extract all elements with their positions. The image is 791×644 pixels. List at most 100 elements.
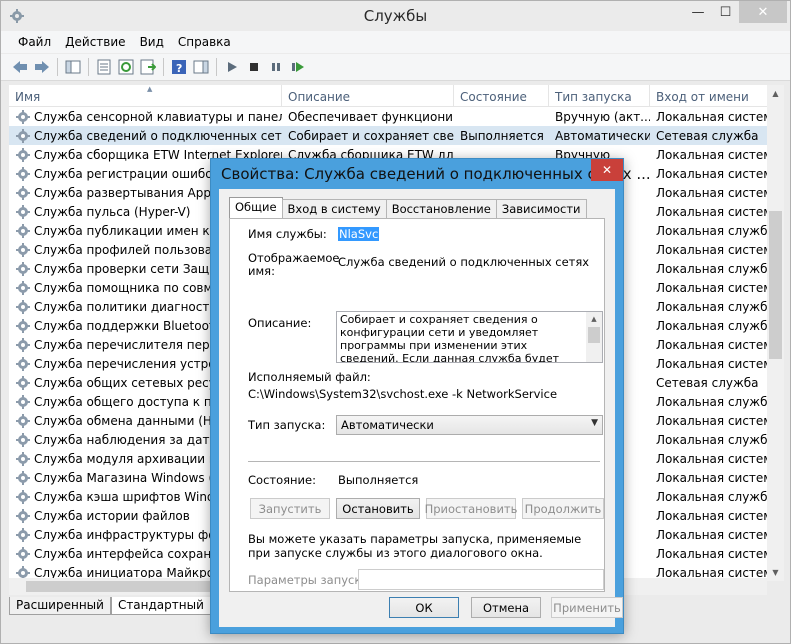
executable-path[interactable]: C:\Windows\System32\svchost.exe -k Netwo…	[248, 387, 557, 401]
status-value: Выполняется	[338, 473, 419, 487]
apply-button[interactable]: Применить	[551, 597, 623, 618]
table-row[interactable]: Служба сведений о подключенных сетях Соби…	[9, 126, 767, 145]
dialog-body: Общие Вход в систему Восстановление Зави…	[219, 189, 623, 627]
service-logon-as: Локальная система	[656, 337, 767, 352]
help-icon[interactable]: ?	[168, 56, 190, 78]
service-gear-icon	[16, 527, 30, 542]
cancel-button[interactable]: Отмена	[471, 597, 541, 618]
menu-action[interactable]: Действие	[58, 31, 132, 53]
service-gear-icon	[16, 394, 30, 409]
ok-button[interactable]: ОК	[389, 597, 459, 618]
service-logon-as: Локальная служба	[656, 489, 767, 504]
divider	[248, 461, 600, 462]
executable-label: Исполняемый файл:	[248, 370, 371, 384]
service-name-text: Служба развертывания AppX (A	[34, 185, 236, 200]
menu-help[interactable]: Справка	[171, 31, 238, 53]
service-logon-as: Локальная система	[656, 413, 767, 428]
properties-dialog: Свойства: Служба сведений о подключенных…	[210, 158, 651, 634]
properties-icon[interactable]	[93, 56, 115, 78]
table-row[interactable]: Служба сенсорной клавиатуры и панели р..…	[9, 107, 767, 126]
scroll-up-icon[interactable]: ▲	[767, 85, 784, 102]
column-header-name[interactable]: Имя	[9, 85, 282, 107]
export-list-icon[interactable]	[137, 56, 159, 78]
service-startup-type: Автоматически	[555, 128, 650, 143]
tab-recovery[interactable]: Восстановление	[385, 199, 497, 218]
scroll-thumb[interactable]	[588, 327, 600, 343]
service-logon-as: Локальная система	[656, 451, 767, 466]
service-logon-as: Сетевая служба	[656, 375, 759, 390]
menu-file[interactable]: Файл	[11, 31, 58, 53]
service-name-text: Служба общих сетевых ресурсо	[34, 375, 238, 390]
tab-standard[interactable]: Стандартный	[110, 597, 211, 615]
service-name-text: Служба обмена данными (Hyper	[34, 413, 239, 428]
start-params-input[interactable]	[358, 569, 604, 590]
resume-button[interactable]: Продолжить	[522, 498, 604, 519]
service-name-text: Служба сенсорной клавиатуры и панели р..…	[34, 109, 282, 124]
service-name-text: Служба пульса (Hyper-V)	[34, 204, 191, 219]
menu-view[interactable]: Вид	[133, 31, 171, 53]
service-logon-as: Локальная система	[656, 546, 767, 561]
maximize-button[interactable]: ☐	[712, 1, 739, 23]
column-header-startup-type[interactable]: Тип запуска	[549, 85, 650, 107]
stop-service-icon[interactable]	[243, 56, 265, 78]
service-logon-as: Локальная служба	[656, 318, 767, 333]
startup-type-select[interactable]: Автоматически ▼	[336, 415, 603, 435]
pause-service-icon[interactable]	[265, 56, 287, 78]
description-box[interactable]: Собирает и сохраняет сведения о конфигур…	[336, 311, 603, 363]
view-tabs: Расширенный Стандартный	[9, 597, 211, 615]
close-button[interactable]: ✕	[739, 1, 787, 23]
title-bar[interactable]: Службы — ☐ ✕	[1, 1, 790, 31]
service-gear-icon	[16, 242, 30, 257]
forward-arrow-icon[interactable]	[31, 56, 53, 78]
minimize-button[interactable]: —	[684, 1, 712, 23]
column-header-description[interactable]: Описание	[282, 85, 454, 107]
display-name-label: Отображаемое имя:	[248, 251, 340, 278]
service-name: Служба сенсорной клавиатуры и панели р..…	[9, 109, 282, 125]
tab-logon[interactable]: Вход в систему	[281, 199, 387, 218]
service-status: Выполняется	[460, 128, 544, 143]
description-scrollbar[interactable]: ▲	[586, 312, 602, 362]
service-gear-icon	[16, 337, 30, 352]
service-description: Собирает и сохраняет сведе...	[288, 128, 454, 143]
service-gear-icon	[16, 413, 30, 428]
service-gear-icon	[16, 318, 30, 333]
service-gear-icon	[16, 223, 30, 238]
service-name-text: Служба профилей пользовател	[34, 242, 235, 257]
service-logon-as: Локальная система	[656, 242, 767, 257]
hscroll-thumb[interactable]	[26, 581, 221, 592]
start-service-icon[interactable]	[221, 56, 243, 78]
tab-extended[interactable]: Расширенный	[9, 597, 111, 615]
console-tree-icon[interactable]	[62, 56, 84, 78]
back-arrow-icon[interactable]	[9, 56, 31, 78]
scroll-down-icon[interactable]: ▼	[767, 564, 784, 581]
service-logon-as: Локальная служба	[656, 394, 767, 409]
menu-bar: Файл Действие Вид Справка	[1, 31, 790, 53]
dialog-close-button[interactable]: ✕	[591, 159, 623, 181]
service-gear-icon	[16, 375, 30, 390]
stop-button[interactable]: Остановить	[336, 498, 420, 519]
service-name-value[interactable]: NlaSvc	[338, 227, 380, 241]
column-header-logon-as[interactable]: Вход от имени	[650, 85, 767, 107]
scroll-thumb[interactable]	[769, 211, 782, 359]
vertical-scrollbar[interactable]: ▲ ▼	[767, 85, 784, 581]
restart-service-icon[interactable]	[287, 56, 309, 78]
service-gear-icon	[16, 109, 30, 124]
refresh-icon[interactable]	[115, 56, 137, 78]
display-name-value[interactable]: Служба сведений о подключенных сетях	[338, 255, 589, 269]
svg-text:?: ?	[176, 62, 182, 75]
service-gear-icon	[16, 432, 30, 447]
pause-button[interactable]: Приостановить	[425, 498, 517, 519]
dialog-tabs: Общие Вход в систему Восстановление Зави…	[229, 197, 587, 219]
start-button[interactable]: Запустить	[250, 498, 330, 519]
show-hide-action-pane-icon[interactable]	[190, 56, 212, 78]
service-logon-as: Сетевая служба	[656, 128, 759, 143]
column-header-status[interactable]: Состояние	[454, 85, 549, 107]
toolbar: ?	[1, 54, 790, 81]
tab-dependencies[interactable]: Зависимости	[495, 199, 587, 218]
service-logon-as: Локальная система	[656, 356, 767, 371]
tab-general[interactable]: Общие	[229, 197, 283, 218]
scroll-up-icon[interactable]: ▲	[586, 312, 602, 326]
service-logon-as: Локальная система	[656, 527, 767, 542]
service-gear-icon	[16, 185, 30, 200]
description-text: Собирает и сохраняет сведения о конфигур…	[340, 313, 560, 363]
